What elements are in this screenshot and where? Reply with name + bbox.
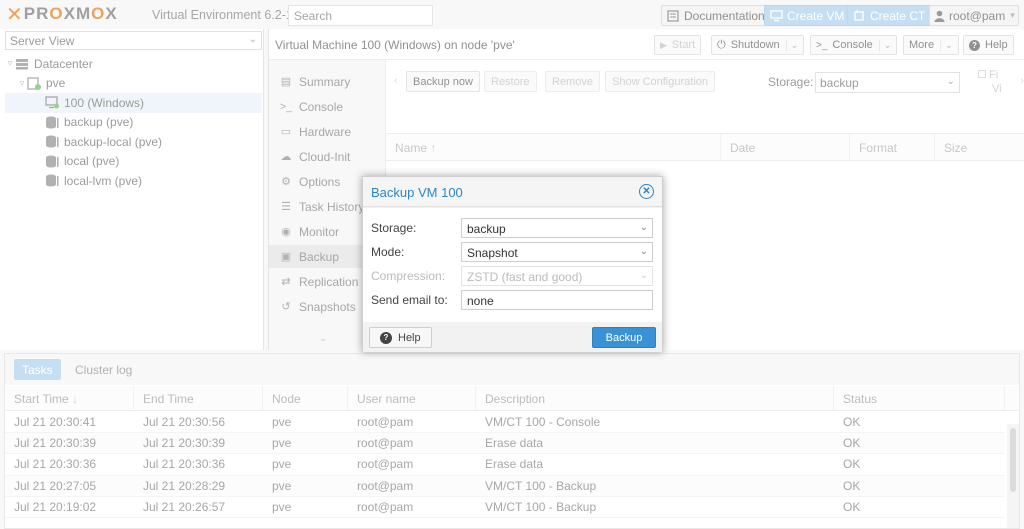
mode-field-label: Mode: <box>371 245 405 259</box>
backup-dialog: Backup VM 100 ✕ Storage: backup ⌄ Mode: … <box>362 176 663 352</box>
storage-field-label: Storage: <box>371 221 417 235</box>
mode-field[interactable]: Snapshot ⌄ <box>461 242 653 262</box>
dialog-title: Backup VM 100 <box>371 185 463 200</box>
mode-row: Mode: Snapshot ⌄ <box>371 242 654 262</box>
chevron-down-icon: ⌄ <box>639 246 648 257</box>
dialog-backup-button[interactable]: Backup <box>592 327 656 348</box>
email-field-label: Send email to: <box>371 293 448 307</box>
compression-row: Compression: ZSTD (fast and good) ⌄ <box>371 266 654 286</box>
compression-field[interactable]: ZSTD (fast and good) ⌄ <box>461 266 653 286</box>
dialog-help-button[interactable]: ? Help <box>369 327 432 348</box>
compression-field-label: Compression: <box>371 269 446 283</box>
dialog-header: Backup VM 100 ✕ <box>363 177 662 207</box>
chevron-down-icon: ⌄ <box>639 270 648 281</box>
dialog-footer: ? Help Backup <box>363 322 662 352</box>
email-row: Send email to: none <box>371 290 654 310</box>
chevron-down-icon: ⌄ <box>639 222 648 233</box>
email-field[interactable]: none <box>461 290 653 310</box>
storage-field[interactable]: backup ⌄ <box>461 218 653 238</box>
dialog-body: Storage: backup ⌄ Mode: Snapshot ⌄ Compr… <box>363 208 662 322</box>
close-icon[interactable]: ✕ <box>639 184 654 199</box>
question-icon: ? <box>380 331 392 344</box>
storage-row: Storage: backup ⌄ <box>371 218 654 238</box>
